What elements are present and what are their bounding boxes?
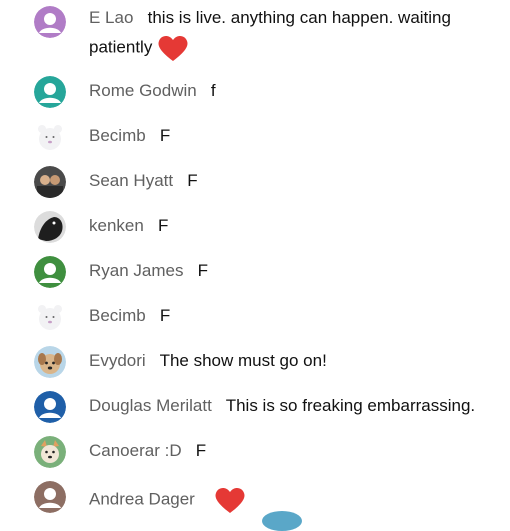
bear-avatar-icon [34, 301, 66, 333]
message-text: this is live. anything can happen. waiti… [147, 8, 451, 27]
avatar[interactable] [34, 76, 66, 108]
message-line: Andrea Dager [89, 486, 246, 514]
live-chat-list: E Lao this is live. anything can happen.… [0, 0, 510, 531]
avatar[interactable] [34, 6, 66, 38]
author-name[interactable]: Douglas Merilatt [89, 396, 212, 415]
message-line: Ryan James F [89, 261, 208, 281]
avatar[interactable] [34, 256, 66, 288]
user-avatar-icon [34, 391, 66, 423]
user-avatar-icon [34, 6, 66, 38]
bear-avatar-icon [34, 121, 66, 153]
message-text-continued: patiently [89, 37, 153, 57]
photo-avatar-icon [34, 166, 66, 198]
heart-emoji-icon [158, 35, 188, 61]
author-name[interactable]: Andrea Dager [89, 489, 195, 508]
dog-avatar-icon [34, 436, 66, 468]
author-name[interactable]: Ryan James [89, 261, 183, 280]
dog-avatar-icon [34, 346, 66, 378]
author-name[interactable]: Becimb [89, 126, 146, 145]
avatar[interactable] [34, 301, 66, 333]
message-text: F [195, 441, 207, 460]
avatar[interactable] [34, 436, 66, 468]
author-name[interactable]: Evydori [89, 351, 146, 370]
message-line: Becimb F [89, 306, 170, 326]
photo-avatar-icon [34, 211, 66, 243]
author-name[interactable]: Rome Godwin [89, 81, 197, 100]
message-text: F [158, 216, 169, 235]
heart-emoji-icon [215, 487, 245, 513]
message-text: This is so freaking embarrassing. [225, 396, 476, 415]
avatar[interactable] [34, 481, 66, 513]
user-avatar-icon [34, 256, 66, 288]
message-line: Evydori The show must go on! [89, 351, 327, 371]
message-line-1: E Lao this is live. anything can happen.… [89, 8, 451, 28]
user-avatar-icon [34, 76, 66, 108]
message-text: F [187, 171, 198, 190]
message-text: f [210, 81, 216, 100]
avatar[interactable] [34, 166, 66, 198]
message-line: kenken F [89, 216, 168, 236]
message-line: Douglas Merilatt This is so freaking emb… [89, 396, 475, 416]
author-name[interactable]: Becimb [89, 306, 146, 325]
message-text: F [197, 261, 209, 280]
author-name[interactable]: kenken [89, 216, 144, 235]
message-text: The show must go on! [159, 351, 327, 370]
message-line-2: patiently [89, 34, 189, 62]
avatar[interactable] [34, 121, 66, 153]
avatar[interactable] [34, 346, 66, 378]
user-avatar-icon [34, 481, 66, 513]
message-line: Canoerar :D F [89, 441, 206, 461]
author-name[interactable]: Canoerar :D [89, 441, 182, 460]
avatar[interactable] [34, 391, 66, 423]
message-line: Rome Godwin f [89, 81, 216, 101]
avatar[interactable] [34, 211, 66, 243]
author-name[interactable]: E Lao [89, 8, 133, 27]
message-text: F [159, 126, 171, 145]
message-text: F [159, 306, 171, 325]
message-line: Becimb F [89, 126, 170, 146]
next-avatar-peek [262, 511, 302, 531]
author-name[interactable]: Sean Hyatt [89, 171, 173, 190]
message-line: Sean Hyatt F [89, 171, 198, 191]
